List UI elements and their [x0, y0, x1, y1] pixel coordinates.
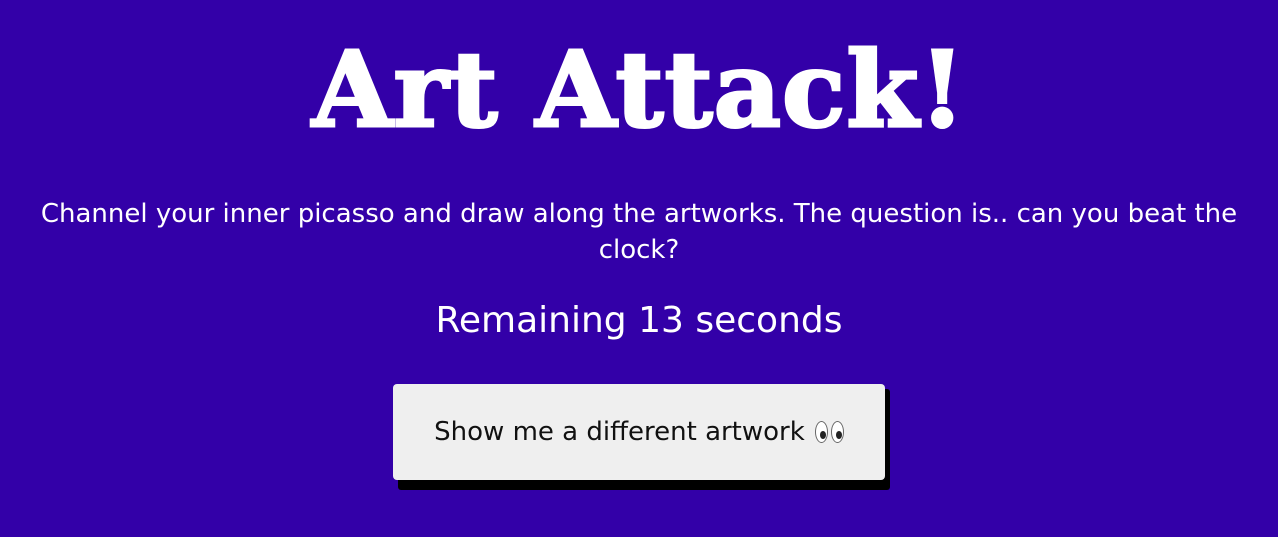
timer-seconds: 13: [638, 300, 684, 341]
timer-prefix: Remaining: [435, 300, 627, 341]
page-title: Art Attack!: [310, 27, 967, 153]
page: Art Attack! Channel your inner picasso a…: [0, 0, 1278, 537]
different-artwork-label: Show me a different artwork: [434, 417, 805, 447]
eyes-icon: [814, 421, 844, 443]
different-artwork-button[interactable]: Show me a different artwork: [393, 384, 885, 480]
countdown-timer: Remaining 13 seconds: [0, 298, 1278, 344]
page-subtitle: Channel your inner picasso and draw alon…: [40, 199, 1238, 265]
timer-suffix: seconds: [695, 300, 843, 341]
